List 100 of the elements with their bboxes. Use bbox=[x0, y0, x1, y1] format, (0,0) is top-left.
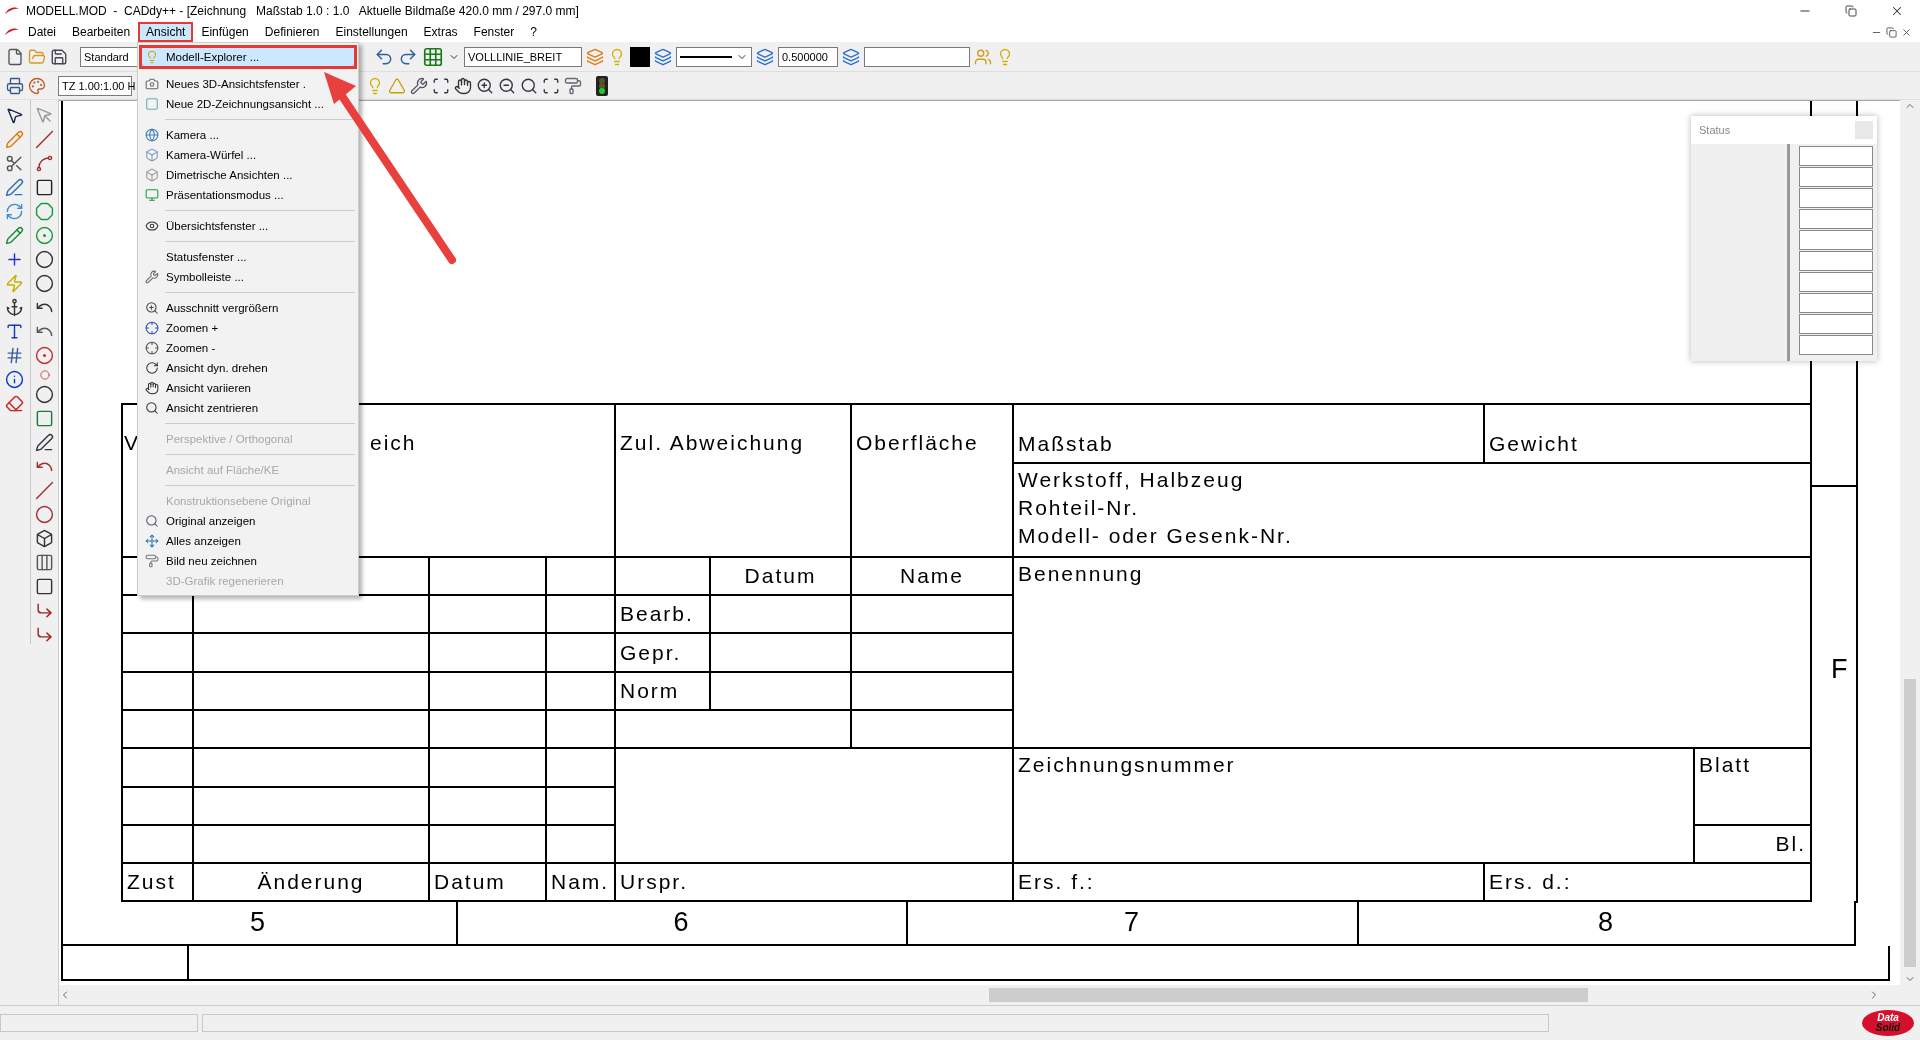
line-style-select[interactable] bbox=[676, 46, 752, 67]
lightbulb-icon bbox=[145, 50, 159, 64]
table-cell bbox=[123, 788, 194, 827]
wrench-icon[interactable] bbox=[410, 76, 428, 95]
menu-item[interactable]: Symbolleiste ... bbox=[139, 267, 251, 287]
columns-icon[interactable] bbox=[35, 553, 54, 573]
text-field[interactable] bbox=[864, 46, 970, 67]
menu-item[interactable]: Bearbeiten bbox=[64, 22, 139, 42]
refresh-icon[interactable] bbox=[4, 202, 24, 222]
menu-item[interactable]: ? bbox=[522, 22, 545, 42]
scroll-thumb[interactable] bbox=[1904, 679, 1916, 968]
pen-icon[interactable] bbox=[4, 178, 24, 198]
zoom-out-icon[interactable] bbox=[498, 76, 516, 95]
menu-item[interactable]: Definieren bbox=[256, 22, 328, 42]
layers-icon[interactable] bbox=[756, 47, 774, 66]
line-sample bbox=[680, 55, 732, 58]
menu-item[interactable]: Einstellungen bbox=[327, 22, 416, 42]
cell-label: Blatt bbox=[1699, 752, 1752, 779]
magnifier-icon bbox=[145, 301, 159, 315]
paint-roller-icon[interactable] bbox=[564, 76, 582, 95]
document-logo-icon bbox=[4, 27, 20, 37]
menu-item[interactable]: Datei bbox=[20, 22, 64, 42]
eye-icon bbox=[145, 219, 159, 233]
cell-label: Bearb. bbox=[620, 601, 694, 628]
menu-item[interactable]: Modell-Explorer ... bbox=[139, 45, 357, 69]
line-type-field[interactable]: VOLLLINIE_BREIT bbox=[464, 46, 582, 67]
wrench-icon bbox=[145, 270, 159, 284]
menu-item[interactable]: Übersichtsfenster ... bbox=[139, 216, 276, 236]
menu-item[interactable]: Alles anzeigen bbox=[139, 531, 248, 551]
menu-item[interactable]: Neue 2D-Zeichnungsansicht ... bbox=[139, 94, 331, 114]
menu-item[interactable]: Neues 3D-Ansichtsfenster . bbox=[139, 74, 313, 94]
menu-item[interactable]: Ansicht zentrieren bbox=[139, 398, 266, 418]
zoom-all-icon[interactable] bbox=[542, 76, 560, 95]
search-icon bbox=[145, 401, 159, 415]
menu-item[interactable]: Ansicht bbox=[138, 22, 194, 42]
menu-item[interactable]: Dimetrische Ansichten ... bbox=[139, 165, 300, 185]
anchor-icon[interactable] bbox=[4, 298, 24, 318]
menu-item[interactable]: Statusfenster ... bbox=[139, 247, 254, 267]
menu-item[interactable]: Ansicht dyn. drehen bbox=[139, 358, 275, 378]
circle-icon[interactable] bbox=[35, 274, 54, 294]
zoom-window-icon[interactable] bbox=[432, 76, 450, 95]
close-icon[interactable] bbox=[1901, 26, 1912, 38]
menu-item[interactable]: Präsentationsmodus ... bbox=[139, 185, 291, 205]
circle-icon[interactable] bbox=[35, 250, 54, 270]
menu-item[interactable]: Zoomen + bbox=[139, 318, 226, 338]
info-icon[interactable] bbox=[4, 370, 24, 390]
cell-label: Rohteil-Nr. bbox=[1018, 495, 1140, 522]
menu-item[interactable]: Ausschnitt vergrößern bbox=[139, 298, 286, 318]
cell-label: Bl. bbox=[1775, 831, 1806, 858]
scissors-icon[interactable] bbox=[4, 154, 24, 174]
pointer-icon[interactable] bbox=[4, 106, 24, 126]
cell-label: Benennung bbox=[1018, 561, 1144, 588]
line-icon[interactable] bbox=[35, 130, 54, 150]
cell-label: eich bbox=[370, 430, 417, 457]
rectangle-icon[interactable] bbox=[35, 178, 54, 198]
table-cell bbox=[547, 634, 616, 674]
color-swatch[interactable] bbox=[630, 46, 650, 67]
palette-icon[interactable] bbox=[28, 76, 46, 95]
logo-text: Solid bbox=[1875, 1023, 1901, 1034]
table-cell bbox=[123, 749, 194, 789]
scroll-thumb[interactable] bbox=[989, 988, 1588, 1003]
cell-label: Name bbox=[900, 563, 964, 590]
style-select[interactable]: Standard bbox=[80, 46, 138, 67]
menu-item[interactable]: Kamera ... bbox=[139, 125, 227, 145]
menu-item[interactable]: Einfügen bbox=[193, 22, 257, 42]
cell-label: Ers. f.: bbox=[1018, 869, 1095, 896]
drawing-canvas[interactable] bbox=[59, 100, 1900, 986]
restore-icon[interactable] bbox=[1886, 26, 1897, 38]
cell-label: Zust bbox=[127, 869, 176, 896]
eraser-icon[interactable] bbox=[4, 394, 24, 414]
table-cell bbox=[547, 826, 616, 865]
circle-icon[interactable] bbox=[35, 346, 54, 366]
hand-icon[interactable] bbox=[454, 76, 472, 95]
zoom-in-icon[interactable] bbox=[476, 76, 494, 95]
search-icon[interactable] bbox=[520, 76, 538, 95]
menu-item[interactable]: Zoomen - bbox=[139, 338, 223, 358]
layers-icon[interactable] bbox=[842, 47, 860, 66]
table-cell bbox=[547, 596, 616, 635]
zone-label: 8 bbox=[1598, 907, 1615, 939]
pencil-icon[interactable] bbox=[4, 226, 24, 246]
line-width-field[interactable]: 0.500000 bbox=[778, 46, 838, 67]
new-file-icon[interactable] bbox=[6, 47, 24, 66]
printer-icon[interactable] bbox=[6, 76, 24, 95]
menu-item[interactable]: Kamera-Würfel ... bbox=[139, 145, 264, 165]
menu-item[interactable]: Ansicht variieren bbox=[139, 378, 258, 398]
menu-item[interactable]: Extras bbox=[415, 22, 466, 42]
restore-icon bbox=[1845, 5, 1857, 17]
polyline-icon[interactable] bbox=[35, 154, 54, 174]
traffic-light-icon[interactable] bbox=[596, 75, 608, 96]
menu-item[interactable]: Bild neu zeichnen bbox=[139, 551, 264, 571]
cube-icon[interactable] bbox=[35, 529, 54, 549]
layers-icon[interactable] bbox=[654, 47, 672, 66]
grid-icon[interactable] bbox=[422, 45, 444, 68]
menu-item[interactable]: Original anzeigen bbox=[139, 511, 263, 531]
menu-item[interactable]: Fenster bbox=[465, 22, 523, 42]
save-icon[interactable] bbox=[50, 47, 68, 66]
table-cell bbox=[547, 673, 616, 712]
layers-icon[interactable] bbox=[586, 47, 604, 66]
cell-label: Oberfläche bbox=[856, 430, 979, 457]
text-icon[interactable] bbox=[4, 322, 24, 342]
